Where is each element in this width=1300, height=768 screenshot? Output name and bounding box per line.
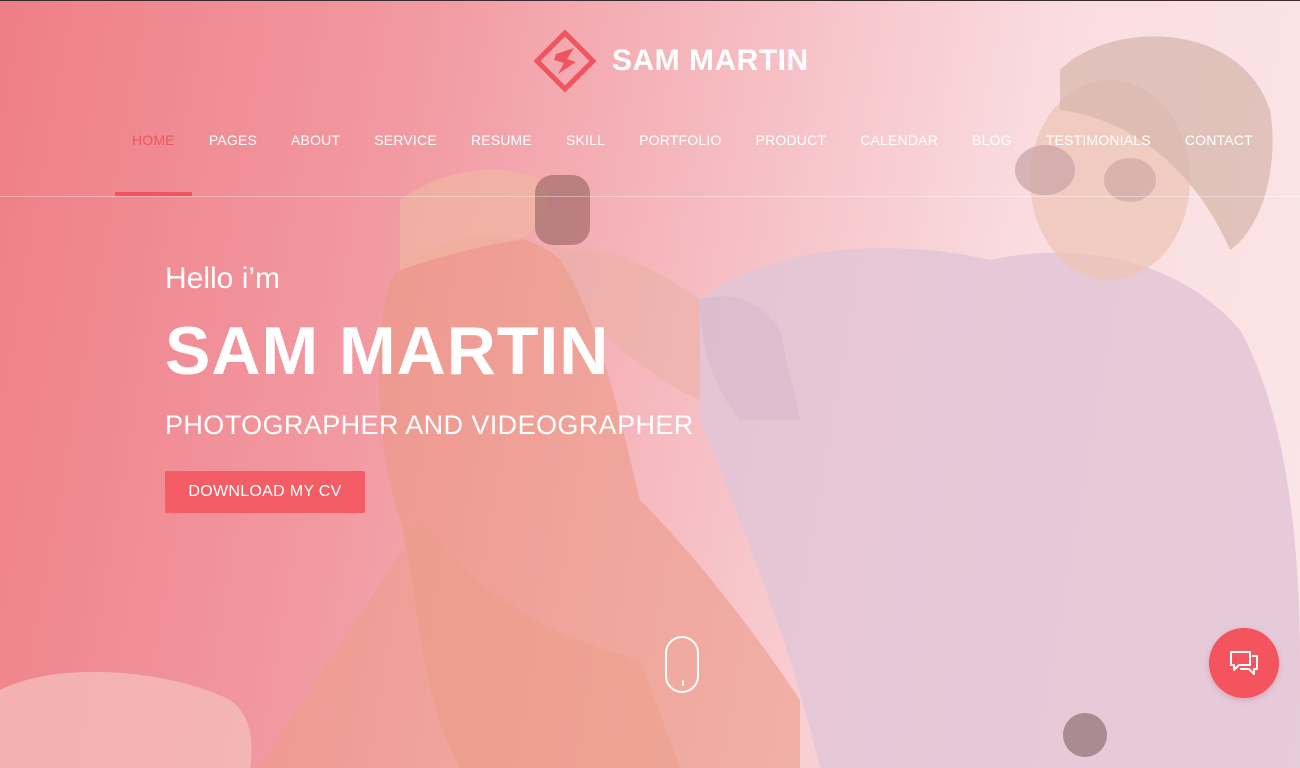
download-cv-button[interactable]: DOWNLOAD MY CV: [165, 471, 365, 513]
diamond-logo-icon: [534, 30, 596, 92]
hero-role: PHOTOGRAPHER AND VIDEOGRAPHER: [165, 410, 694, 440]
nav-item-service[interactable]: SERVICE: [357, 120, 454, 196]
chat-bubbles-icon: [1230, 651, 1258, 675]
nav-item-portfolio[interactable]: PORTFOLIO: [622, 120, 738, 196]
nav-item-pages[interactable]: PAGES: [192, 120, 274, 196]
nav-item-contact[interactable]: CONTACT: [1168, 120, 1270, 196]
nav-item-product[interactable]: PRODUCT: [739, 120, 844, 196]
hero-name: SAM MARTIN: [165, 313, 610, 389]
nav-item-resume[interactable]: RESUME: [454, 120, 549, 196]
hero-greeting: Hello i’m: [165, 262, 281, 295]
nav-item-home[interactable]: HOME: [115, 120, 192, 196]
nav-item-calendar[interactable]: CALENDAR: [843, 120, 955, 196]
header-divider: [0, 196, 1300, 197]
chat-button[interactable]: [1209, 628, 1279, 698]
nav-item-testimonials[interactable]: TESTIMONIALS: [1029, 120, 1168, 196]
hero-section: SAM MARTIN HOME PAGES ABOUT SERVICE RESU…: [0, 0, 1300, 768]
scroll-wheel-dot: [682, 680, 684, 686]
mouse-scroll-icon[interactable]: [665, 636, 699, 693]
nav-item-blog[interactable]: BLOG: [955, 120, 1029, 196]
nav-item-about[interactable]: ABOUT: [274, 120, 357, 196]
nav-item-skill[interactable]: SKILL: [549, 120, 622, 196]
brand-name: SAM MARTIN: [612, 44, 809, 77]
main-nav: HOME PAGES ABOUT SERVICE RESUME SKILL PO…: [115, 120, 1270, 196]
brand-logo[interactable]: SAM MARTIN: [534, 30, 809, 92]
